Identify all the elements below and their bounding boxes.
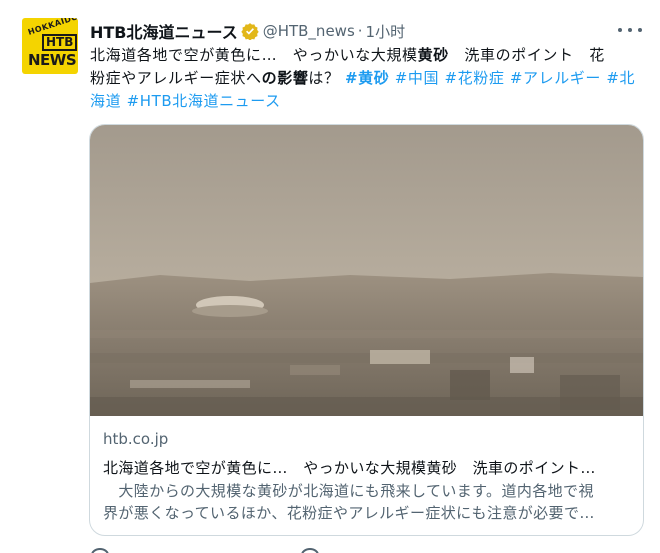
hazy-city-photo [90,125,643,416]
tweet-text-segment: 粉症やアレルギー症状へ [90,69,262,87]
hashtag-link[interactable]: 海道 [90,92,121,110]
avatar[interactable]: HOKKAIDO HTB NEWS [22,18,78,74]
tweet-text-segment: は？ [308,69,345,87]
link-card[interactable]: htb.co.jp 北海道各地で空が黄色に… やっかいな大規模黄砂 洗車のポイン… [89,124,644,536]
tweet-text-bold: の [261,69,278,87]
hashtag-link[interactable]: #北 [606,69,635,87]
avatar-news-text: NEWS [28,51,77,69]
account-handle[interactable]: @HTB_news [263,22,355,40]
card-image[interactable] [90,125,643,416]
verified-badge-icon [241,23,259,40]
tweet[interactable]: HOKKAIDO HTB NEWS HTB北海道ニュース @HTB_news ·… [0,0,660,553]
retweet-icon[interactable] [301,548,319,553]
action-bar [89,544,642,553]
hashtag-link[interactable]: #中国 [395,69,439,87]
more-options-icon[interactable] [618,22,642,38]
post-time[interactable]: 1小时 [366,21,406,42]
hashtag-link[interactable]: #アレルギー [510,69,601,87]
hashtag-link[interactable]: #黄砂 [345,69,389,87]
card-desc-line: 大陸からの大規模な黄砂が北海道にも飛来しています。道内各地で視 [103,482,594,500]
hashtag-link[interactable]: #花粉症 [445,69,505,87]
tweet-text-bold: 黄砂 [417,46,449,64]
tweet-text-segment: 洗車のポイント 花 [448,46,605,64]
tweet-text-segment: 北海道各地で空が黄色に… やっかいな大規模 [90,46,418,64]
reply-icon[interactable] [91,548,109,553]
header-separator: · [357,22,363,40]
card-desc-line: 界が悪くなっているほか、花粉症やアレルギー症状にも注意が必要で… [103,504,595,522]
card-domain[interactable]: htb.co.jp [103,430,168,448]
hashtag-link[interactable]: #HTB北海道ニュース [127,92,281,110]
tweet-header: HTB北海道ニュース @HTB_news · 1小时 [90,19,405,43]
tweet-text-bold: 影響 [277,69,309,87]
avatar-htb-text: HTB [42,34,78,51]
display-name[interactable]: HTB北海道ニュース [90,19,238,43]
card-description: 大陸からの大規模な黄砂が北海道にも飛来しています。道内各地で視 界が悪くなってい… [103,480,635,524]
card-title[interactable]: 北海道各地で空が黄色に… やっかいな大規模黄砂 洗車のポイント… [103,457,633,478]
tweet-text: 北海道各地で空が黄色に… やっかいな大規模黄砂 洗車のポイント 花 粉症やアレル… [90,44,650,113]
